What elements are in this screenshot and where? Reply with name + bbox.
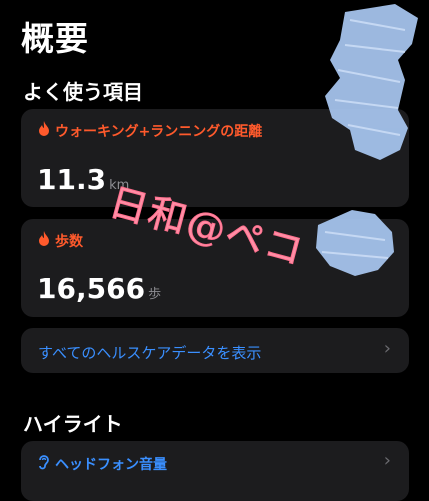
steps-value: 16,566 (37, 272, 146, 305)
flame-icon (37, 121, 51, 141)
flame-icon (37, 231, 51, 251)
distance-card-label: ウォーキング+ランニングの距離 (55, 124, 263, 140)
headphone-volume-card[interactable]: ヘッドフォン音量 › (21, 441, 409, 501)
steps-unit: 歩 (148, 287, 162, 302)
chevron-right-icon: › (383, 338, 391, 359)
highlights-section-title: ハイライト (23, 412, 123, 436)
distance-card[interactable]: ウォーキング+ランニングの距離 11.3 km (21, 109, 409, 207)
headphone-volume-label: ヘッドフォン音量 (55, 457, 167, 473)
page-title: 概要 (21, 19, 89, 58)
steps-card-label: 歩数 (55, 234, 83, 250)
chevron-right-icon: › (383, 450, 391, 471)
favorites-section-title: よく使う項目 (23, 80, 143, 104)
show-all-label: すべてのヘルスケアデータを表示 (38, 344, 262, 362)
distance-value: 11.3 (37, 163, 107, 196)
ear-icon (37, 454, 51, 474)
show-all-health-data-button[interactable]: すべてのヘルスケアデータを表示 › (21, 328, 409, 373)
